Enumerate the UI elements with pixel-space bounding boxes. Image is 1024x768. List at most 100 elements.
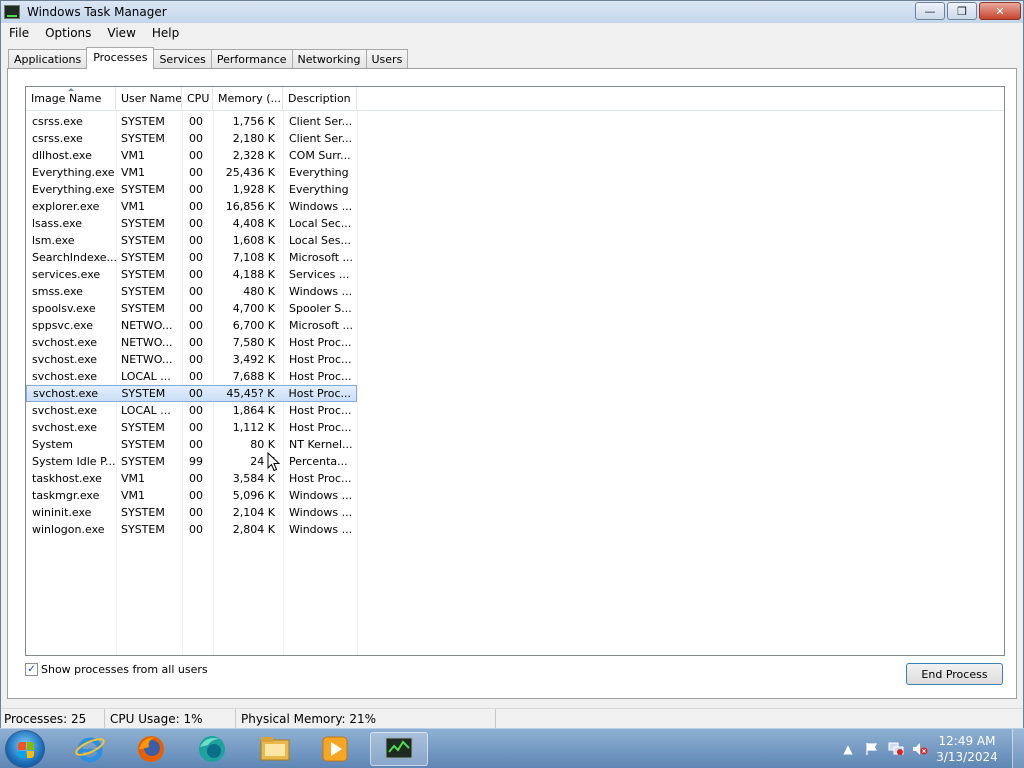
end-process-button[interactable]: End Process	[906, 663, 1003, 685]
menu-options[interactable]: Options	[37, 23, 99, 43]
firefox-icon[interactable]	[123, 732, 179, 766]
table-row[interactable]: smss.exe SYSTEM 00 480 K Windows ...	[26, 283, 1004, 300]
tab-services[interactable]: Services	[153, 49, 212, 69]
process-name-cell: explorer.exe	[32, 200, 100, 213]
table-row[interactable]: svchost.exe LOCAL ... 00 7,688 K Host Proc..…	[26, 368, 1004, 385]
status-physical-memory: Physical Memory: 21%	[236, 708, 496, 729]
column-memory[interactable]: Memory (...	[213, 87, 283, 111]
table-row[interactable]: wininit.exe SYSTEM 00 2,104 K Windows ...	[26, 504, 1004, 521]
table-row[interactable]: System Idle P... SYSTEM 99 24 K Percenta...	[26, 453, 1004, 470]
process-name-cell: taskhost.exe	[32, 472, 102, 485]
table-row[interactable]: taskmgr.exe VM1 00 5,096 K Windows ...	[26, 487, 1004, 504]
memory-cell: 3,492 K	[232, 353, 275, 366]
show-hidden-icons-icon[interactable]: ▲	[840, 741, 856, 757]
memory-cell: 1,112 K	[232, 421, 275, 434]
table-row[interactable]: Everything.exe SYSTEM 00 1,928 K Everything	[26, 181, 1004, 198]
minimize-button[interactable]: —	[915, 2, 945, 20]
table-row[interactable]: services.exe SYSTEM 00 4,188 K Services ...	[26, 266, 1004, 283]
process-name-cell: Everything.exe	[32, 183, 115, 196]
tab-applications[interactable]: Applications	[8, 49, 88, 69]
description-cell: Client Ser...	[289, 115, 353, 128]
process-name-cell: dllhost.exe	[32, 149, 92, 162]
column-cpu[interactable]: CPU	[182, 87, 213, 111]
table-row[interactable]: SearchIndexe... SYSTEM 00 7,108 K Microsoft …	[26, 249, 1004, 266]
show-all-users-checkbox[interactable]: ✓	[25, 663, 38, 676]
process-name-cell: lsm.exe	[32, 234, 75, 247]
maximize-button[interactable]: ❐	[947, 2, 977, 20]
show-all-users-option[interactable]: ✓ Show processes from all users	[25, 663, 208, 676]
browser-icon[interactable]	[184, 732, 240, 766]
description-cell: Microsoft ...	[289, 319, 354, 332]
media-player-icon[interactable]	[307, 732, 363, 766]
table-row[interactable]: csrss.exe SYSTEM 00 2,180 K Client Ser...	[26, 130, 1004, 147]
column-image-name[interactable]: Image Name	[26, 87, 116, 111]
description-cell: Windows ...	[289, 489, 353, 502]
table-row[interactable]: svchost.exe SYSTEM 00 45,45? K Host Proc...	[26, 385, 357, 402]
table-row[interactable]: sppsvc.exe NETWO... 00 6,700 K Microsoft ...	[26, 317, 1004, 334]
process-list[interactable]: Image Name User Name CPU Memory (... Des…	[25, 86, 1005, 656]
table-row[interactable]: explorer.exe VM1 00 16,856 K Windows ...	[26, 198, 1004, 215]
action-center-flag-icon[interactable]	[864, 741, 880, 757]
menu-view[interactable]: View	[99, 23, 143, 43]
processes-panel: Image Name User Name CPU Memory (... Des…	[7, 68, 1017, 699]
start-button[interactable]	[5, 730, 45, 768]
table-row[interactable]: svchost.exe LOCAL ... 00 1,864 K Host Proc..…	[26, 402, 1004, 419]
table-row[interactable]: spoolsv.exe SYSTEM 00 4,700 K Spooler S...	[26, 300, 1004, 317]
table-row[interactable]: lsass.exe SYSTEM 00 4,408 K Local Sec...	[26, 215, 1004, 232]
user-name-cell: NETWO...	[121, 319, 173, 332]
tab-networking[interactable]: Networking	[291, 49, 367, 69]
cpu-cell: 99	[189, 455, 203, 468]
table-row[interactable]: dllhost.exe VM1 00 2,328 K COM Surr...	[26, 147, 1004, 164]
file-explorer-icon[interactable]	[247, 732, 303, 766]
memory-cell: 480 K	[243, 285, 275, 298]
tab-performance[interactable]: Performance	[210, 49, 293, 69]
memory-cell: 2,104 K	[232, 506, 275, 519]
cpu-cell: 00	[189, 217, 203, 230]
internet-explorer-icon[interactable]	[62, 732, 118, 766]
cpu-cell: 00	[189, 421, 203, 434]
table-row[interactable]: Everything.exe VM1 00 25,436 K Everything	[26, 164, 1004, 181]
mouse-cursor-icon	[267, 452, 281, 472]
tab-users[interactable]: Users	[365, 49, 409, 69]
menu-file[interactable]: File	[1, 23, 37, 43]
process-name-cell: wininit.exe	[32, 506, 92, 519]
user-name-cell: SYSTEM	[121, 387, 166, 400]
table-row[interactable]: winlogon.exe SYSTEM 00 2,804 K Windows ...	[26, 521, 1004, 538]
process-name-cell: System Idle P...	[32, 455, 116, 468]
user-name-cell: LOCAL ...	[121, 404, 171, 417]
table-row[interactable]: csrss.exe SYSTEM 00 1,756 K Client Ser...	[26, 113, 1004, 130]
user-name-cell: SYSTEM	[121, 132, 165, 145]
table-row[interactable]: svchost.exe SYSTEM 00 1,112 K Host Proc...	[26, 419, 1004, 436]
clock[interactable]: 12:49 AM 3/13/2024	[932, 733, 1002, 765]
tab-processes[interactable]: Processes	[86, 47, 155, 69]
user-name-cell: VM1	[121, 489, 146, 502]
table-row[interactable]: lsm.exe SYSTEM 00 1,608 K Local Ses...	[26, 232, 1004, 249]
description-cell: Host Proc...	[289, 404, 352, 417]
memory-cell: 6,700 K	[232, 319, 275, 332]
column-description[interactable]: Description	[283, 87, 357, 111]
table-row[interactable]: svchost.exe NETWO... 00 7,580 K Host Proc...	[26, 334, 1004, 351]
description-cell: Windows ...	[289, 523, 353, 536]
task-manager-taskbar-icon[interactable]	[370, 732, 428, 766]
network-icon[interactable]	[888, 741, 904, 757]
close-button[interactable]: ✕	[979, 2, 1021, 20]
column-user-name[interactable]: User Name	[116, 87, 182, 111]
user-name-cell: SYSTEM	[121, 217, 165, 230]
volume-muted-icon[interactable]	[912, 741, 928, 757]
cpu-cell: 00	[189, 319, 203, 332]
description-cell: Host Proc...	[289, 421, 352, 434]
menu-help[interactable]: Help	[144, 23, 187, 43]
description-cell: Windows ...	[289, 506, 353, 519]
status-processes: Processes: 25	[1, 708, 105, 729]
table-row[interactable]: svchost.exe NETWO... 00 3,492 K Host Proc...	[26, 351, 1004, 368]
title-bar[interactable]: Windows Task Manager — ❐ ✕	[1, 1, 1023, 23]
memory-cell: 1,608 K	[232, 234, 275, 247]
process-name-cell: csrss.exe	[32, 115, 83, 128]
user-name-cell: SYSTEM	[121, 285, 165, 298]
table-row[interactable]: System SYSTEM 00 80 K NT Kernel...	[26, 436, 1004, 453]
description-cell: Percenta...	[289, 455, 348, 468]
show-desktop-button[interactable]	[1012, 729, 1024, 768]
memory-cell: 4,408 K	[232, 217, 275, 230]
description-cell: Host Proc...	[288, 387, 351, 400]
table-row[interactable]: taskhost.exe VM1 00 3,584 K Host Proc...	[26, 470, 1004, 487]
